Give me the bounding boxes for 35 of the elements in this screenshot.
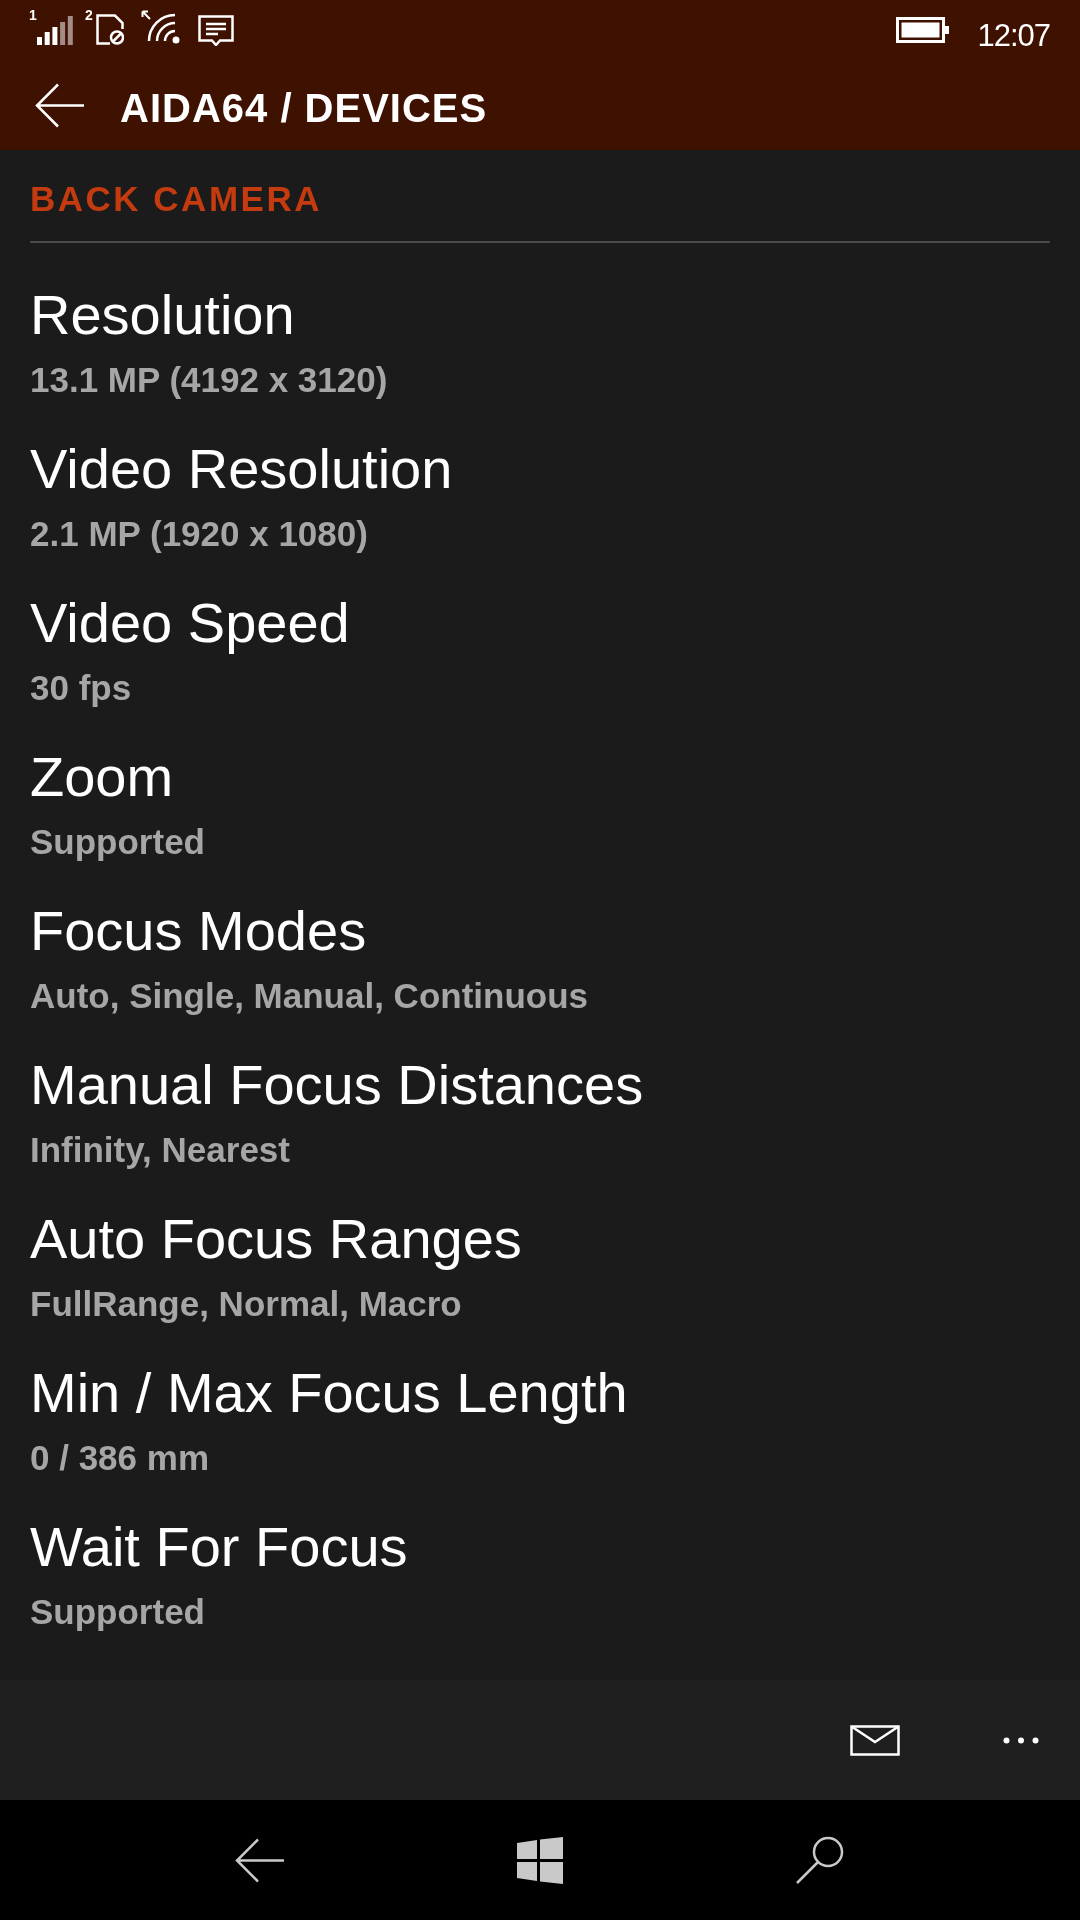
- sim-number: 1: [29, 10, 37, 21]
- property-value: 13.1 MP (4192 x 3120): [30, 359, 388, 401]
- search-icon: [795, 1835, 845, 1885]
- property-value: FullRange, Normal, Macro: [30, 1283, 462, 1325]
- wifi-icon: [141, 10, 181, 44]
- property-name: Min / Max Focus Length: [30, 1360, 628, 1426]
- property-value: 30 fps: [30, 667, 132, 709]
- property-name: Zoom: [30, 744, 174, 810]
- section-title: BACK CAMERA: [30, 178, 322, 218]
- property-value: Supported: [30, 821, 205, 863]
- property-value: Infinity, Nearest: [30, 1129, 290, 1171]
- envelope-icon: [850, 1724, 900, 1756]
- property-value: Auto, Single, Manual, Continuous: [30, 975, 589, 1017]
- property-value: 0 / 386 mm: [30, 1437, 209, 1479]
- sim-card-icon: [96, 14, 124, 45]
- property-name: Auto Focus Ranges: [30, 1206, 522, 1272]
- property-name: Video Resolution: [30, 436, 453, 502]
- property-name: Manual Focus Distances: [30, 1052, 644, 1118]
- property-name: Focus Modes: [30, 898, 367, 964]
- back-arrow-icon: [235, 1837, 285, 1883]
- battery-icon: [896, 17, 950, 43]
- signal-bars-icon: [37, 16, 73, 45]
- back-arrow-icon: [35, 83, 85, 128]
- windows-logo-icon: [517, 1836, 563, 1884]
- property-name: Video Speed: [30, 590, 350, 656]
- clock-time: 12:07: [977, 20, 1050, 51]
- property-name: Wait For Focus: [30, 1514, 408, 1580]
- property-value: Supported: [30, 1591, 205, 1633]
- more-dots-icon: [1003, 1736, 1039, 1744]
- property-name: Resolution: [30, 282, 295, 348]
- sim-number: 2: [85, 10, 93, 21]
- message-icon: [198, 15, 234, 46]
- page-title: AIDA64 / DEVICES: [120, 85, 488, 132]
- back-button[interactable]: [35, 83, 85, 128]
- property-value: 2.1 MP (1920 x 1080): [30, 513, 368, 555]
